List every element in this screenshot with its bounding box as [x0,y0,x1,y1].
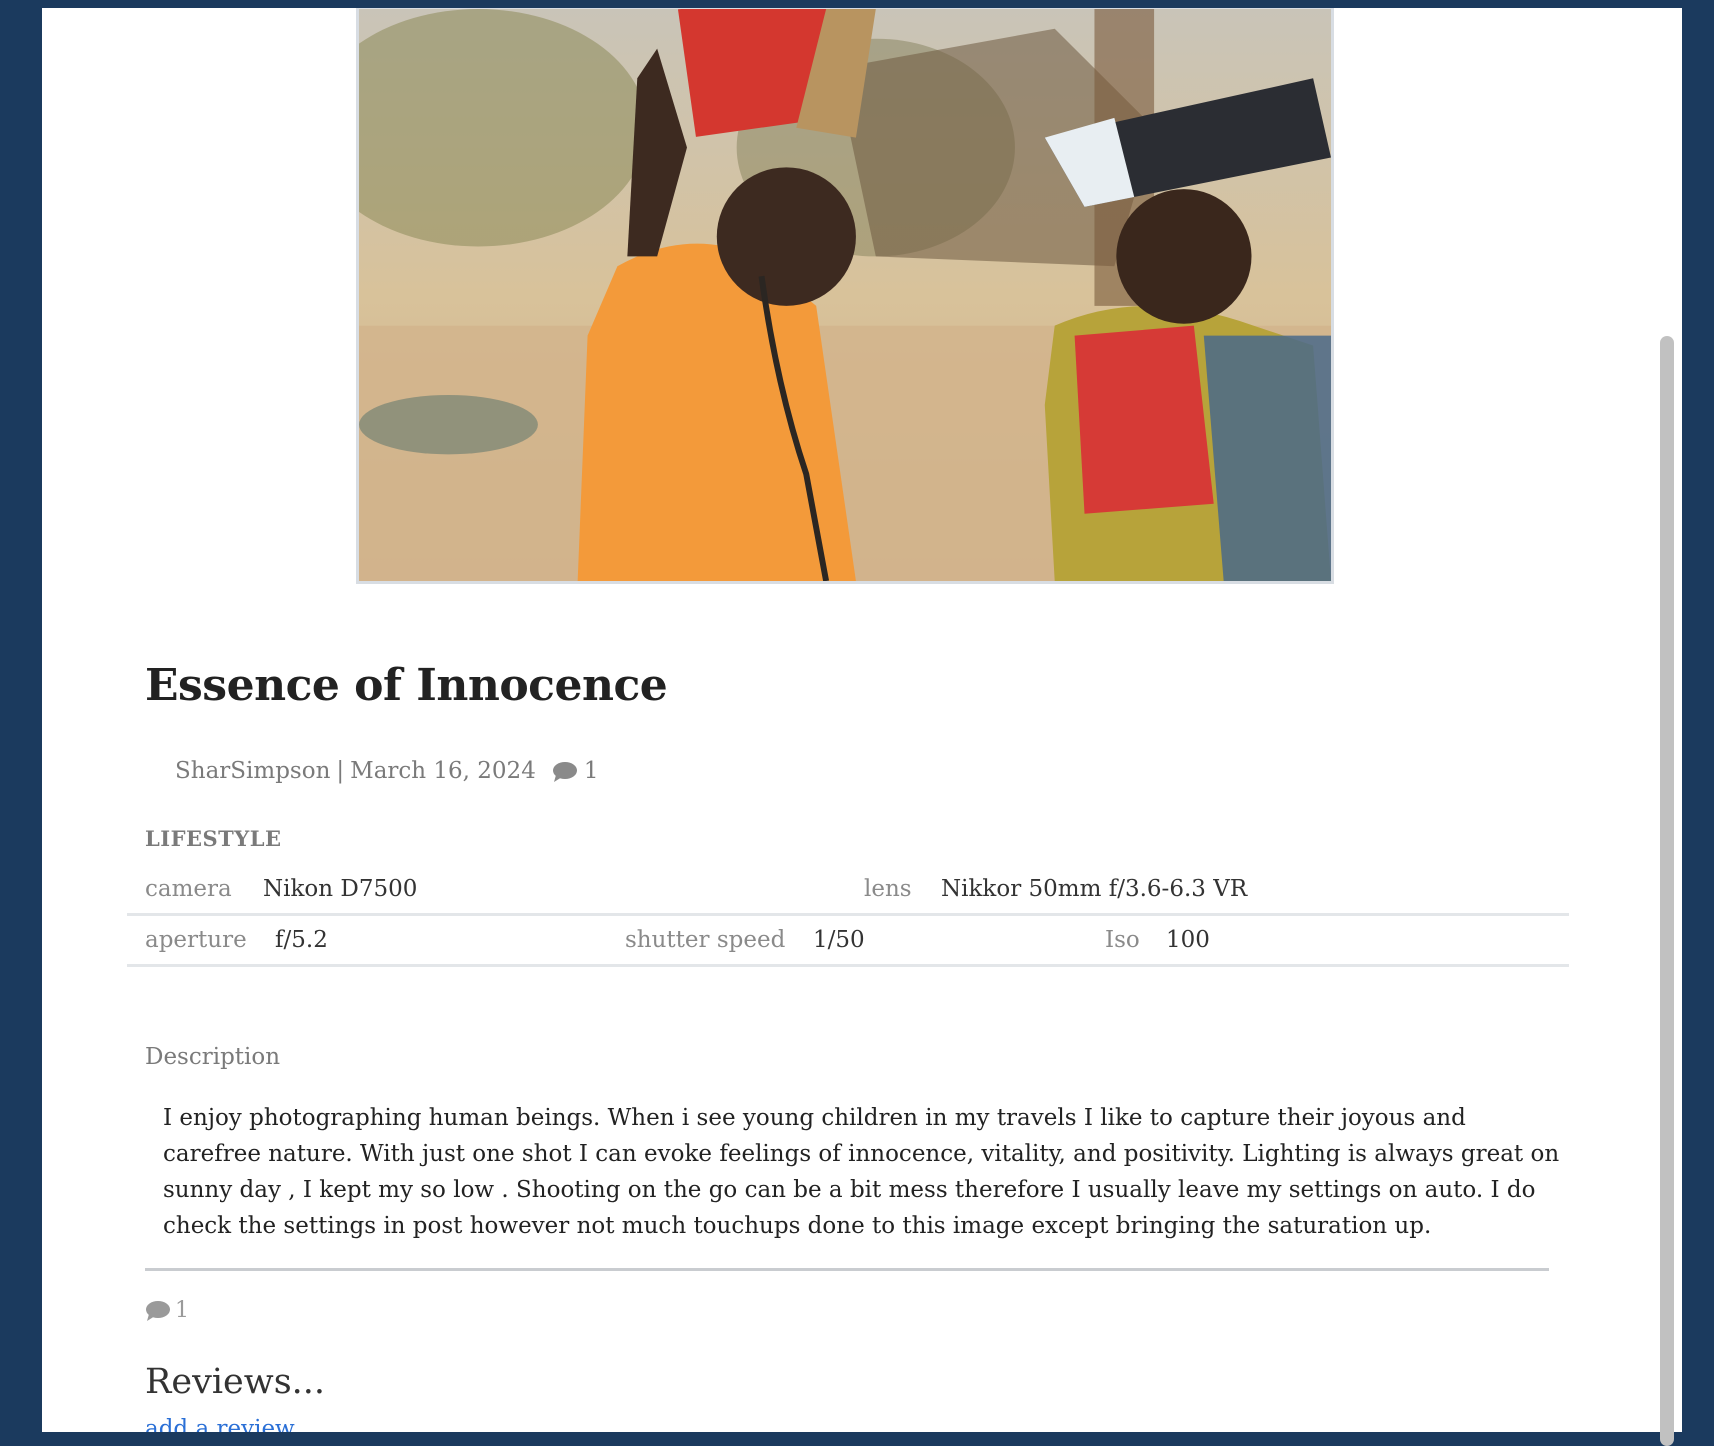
aperture-label: aperture [145,927,247,953]
post-category[interactable]: LIFESTYLE [145,826,282,851]
author-name[interactable]: SharSimpson [175,758,330,784]
camera-label: camera [145,876,232,902]
post-byline: SharSimpson | March 16, 2024 1 [175,758,598,784]
lens-label: lens [864,876,912,902]
section-divider [145,1268,1549,1271]
description-label: Description [145,1044,281,1070]
comment-count: 1 [175,1298,189,1323]
comment-bubble-icon [145,1298,171,1323]
shutter-speed-value: 1/50 [813,927,865,953]
iso-value: 100 [1166,927,1210,953]
comments-summary: 1 [145,1298,189,1323]
spec-row-exposure: aperture f/5.2 shutter speed 1/50 Iso 10… [127,917,1569,967]
shutter-speed-label: shutter speed [625,927,786,953]
post-photo[interactable] [356,8,1334,584]
comment-bubble-icon [552,758,578,784]
lens-value: Nikkor 50mm f/3.6-6.3 VR [941,876,1248,902]
spec-row-camera-lens: camera Nikon D7500 lens Nikkor 50mm f/3.… [127,866,1569,916]
aperture-value: f/5.2 [275,927,328,953]
post-title: Essence of Innocence [145,660,668,711]
post-page: Essence of Innocence SharSimpson | March… [42,8,1682,1432]
description-text: I enjoy photographing human beings. When… [163,1105,1560,1239]
page-scrollbar[interactable] [1660,336,1674,1446]
byline-separator: | [336,758,345,784]
comment-count: 1 [583,758,599,784]
iso-label: Iso [1105,927,1140,953]
camera-value: Nikon D7500 [263,876,418,902]
reviews-heading: Reviews... [145,1362,326,1402]
add-review-link[interactable]: add a review [145,1416,295,1432]
post-date: March 16, 2024 [350,758,536,784]
